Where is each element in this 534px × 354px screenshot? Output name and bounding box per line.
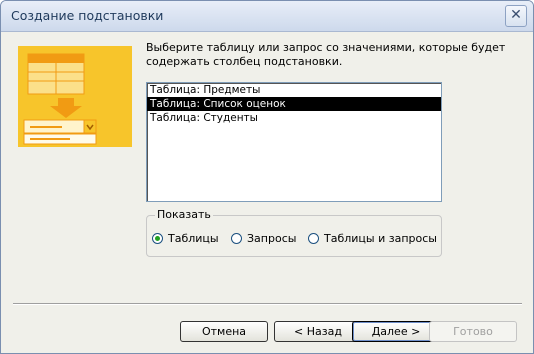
radio-queries-label: Запросы [247,231,297,245]
window-title: Создание подстановки [11,8,164,23]
radio-tables-and-queries-label: Таблицы и запросы [324,231,437,245]
show-groupbox: Показать Таблицы Запросы Таблицы и запро… [146,208,442,257]
radio-unchecked-icon[interactable] [231,232,242,244]
lookup-wizard-window: Создание подстановки ✕ Выберите таблицу … [0,0,534,354]
list-item[interactable]: Таблица: Студенты [147,111,441,125]
back-button[interactable]: < Назад [274,321,362,342]
finish-button: Готово [429,321,517,342]
close-icon: ✕ [510,7,522,23]
table-query-listbox[interactable]: Таблица: Предметы Таблица: Список оценок… [146,82,442,202]
instruction-text: Выберите таблицу или запрос со значениям… [146,41,506,68]
radio-checked-icon[interactable] [152,232,163,244]
next-button[interactable]: Далее > [352,321,440,342]
cancel-button[interactable]: Отмена [180,321,268,342]
radio-tables-and-queries[interactable]: Таблицы и запросы [308,231,437,245]
close-button[interactable]: ✕ [505,5,527,27]
show-group-label: Показать [155,208,213,221]
footer-divider [13,303,522,305]
radio-tables-label: Таблицы [168,231,219,245]
title-bar[interactable]: Создание подстановки ✕ [1,1,533,32]
wizard-illustration-icon [18,46,132,147]
radio-queries[interactable]: Запросы [231,231,296,245]
radio-tables[interactable]: Таблицы [152,231,219,245]
list-item[interactable]: Таблица: Список оценок [147,97,441,111]
radio-unchecked-icon[interactable] [308,232,319,244]
list-item[interactable]: Таблица: Предметы [147,83,441,97]
